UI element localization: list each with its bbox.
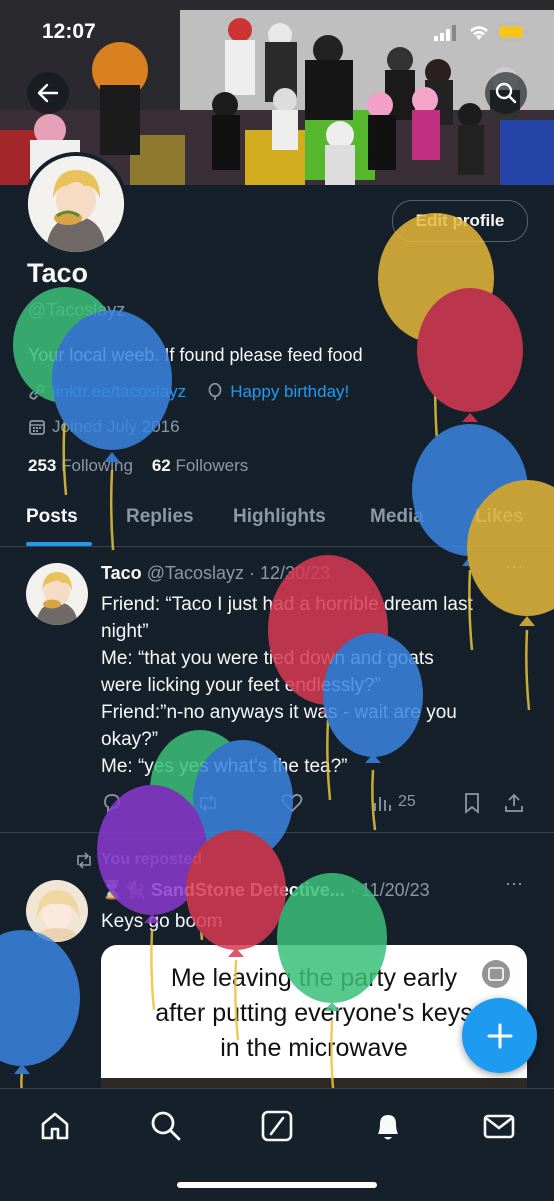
followers-link[interactable]: 62 Followers	[152, 456, 248, 475]
reply-icon[interactable]	[101, 792, 123, 814]
post-line: Me: “that you were tied down and goats	[101, 648, 434, 669]
balloon	[0, 930, 80, 1111]
tab-media[interactable]: Media	[370, 506, 424, 528]
home-indicator	[177, 1182, 377, 1188]
status-bar: 12:07	[0, 0, 554, 60]
avatar-image	[26, 880, 88, 942]
search-button[interactable]	[485, 72, 527, 114]
profile-joined-row: Joined July 2016	[28, 417, 180, 437]
link-icon	[29, 384, 45, 400]
tab-highlights[interactable]: Highlights	[233, 506, 326, 528]
signal-icon	[434, 25, 456, 41]
edit-profile-button[interactable]: Edit profile	[392, 200, 528, 242]
following-count: 253	[28, 456, 57, 475]
post-avatar[interactable]	[26, 563, 88, 625]
post-line: Friend: “Taco I just had a horrible drea…	[101, 594, 473, 615]
post-author-name[interactable]: ⌛🐈‍⬛ SandStone Detective...	[101, 880, 345, 900]
grok-icon[interactable]	[260, 1109, 294, 1143]
battery-icon	[496, 23, 529, 41]
search-icon[interactable]	[149, 1109, 183, 1143]
search-icon	[495, 82, 517, 104]
calendar-icon	[29, 420, 45, 435]
notifications-icon[interactable]	[371, 1109, 405, 1143]
follow-stats: 253 Following 62 Followers	[28, 456, 248, 476]
post-date: · 11/20/23	[349, 880, 430, 900]
wifi-icon	[470, 26, 488, 40]
tab-replies[interactable]: Replies	[126, 506, 194, 528]
post-text: Friend: “Taco I just had a horrible drea…	[101, 591, 531, 780]
profile-link[interactable]: linktr.ee/tacoslayz	[52, 382, 186, 402]
home-icon[interactable]	[38, 1109, 72, 1143]
post-date: · 12/30/23	[249, 563, 331, 583]
compose-button[interactable]	[462, 998, 537, 1073]
post-line: Me: “yes yes what's the tea?”	[101, 756, 348, 777]
post-author-name[interactable]: Taco	[101, 563, 142, 583]
post-line: okay?”	[101, 729, 159, 750]
tab-likes[interactable]: Likes	[475, 506, 524, 528]
back-button[interactable]	[27, 72, 69, 114]
balloon-icon	[208, 383, 222, 400]
post-more-button[interactable]: ⋯	[505, 557, 523, 578]
post-line: were licking your feet endlessly?”	[101, 675, 381, 696]
post-header: ⌛🐈‍⬛ SandStone Detective... · 11/20/23	[101, 880, 430, 901]
following-link[interactable]: 253 Following	[28, 456, 133, 475]
profile-name: Taco	[27, 258, 89, 288]
share-icon[interactable]	[503, 792, 525, 814]
avatar-image	[26, 563, 88, 625]
views-icon[interactable]	[373, 794, 391, 812]
post-avatar[interactable]	[26, 880, 88, 942]
avatar-image	[28, 156, 124, 252]
tab-posts[interactable]: Posts	[26, 506, 78, 528]
followers-count: 62	[151, 456, 171, 475]
like-icon[interactable]	[281, 793, 303, 813]
post-line: Friend:”n-no anyways it was - wait are y…	[101, 702, 457, 723]
post-author-handle: @Tacoslayz	[146, 563, 245, 583]
profile-tabs: Posts Replies Highlights Media Likes	[0, 496, 554, 547]
profile-bio: Your local weeb. If found please feed fo…	[28, 345, 363, 365]
profile-handle: @Tacoslayz	[28, 300, 126, 320]
messages-icon[interactable]	[482, 1109, 516, 1143]
post-more-button[interactable]: ⋯	[505, 874, 523, 895]
post-divider	[0, 832, 554, 833]
repost-label: You reposted	[101, 851, 203, 868]
status-time: 12:07	[42, 20, 96, 43]
post-line: night”	[101, 621, 149, 642]
profile-joined: Joined July 2016	[52, 417, 180, 436]
repost-indicator-icon	[77, 852, 91, 869]
views-count: 25	[398, 793, 416, 810]
bookmark-icon[interactable]	[463, 792, 481, 814]
plus-icon	[487, 1023, 512, 1048]
post-media-card[interactable]: Me leaving the party early after putting…	[101, 945, 527, 1095]
profile-avatar[interactable]	[24, 152, 128, 256]
repost-icon[interactable]	[196, 792, 220, 814]
media-badge-icon	[482, 960, 510, 988]
post-header: Taco @Tacoslayz · 12/30/23	[101, 563, 330, 584]
balloon	[417, 288, 523, 501]
profile-birthday[interactable]: Happy birthday!	[230, 382, 349, 402]
meme-caption: Me leaving the party early after putting…	[155, 964, 473, 1062]
balloon	[378, 213, 494, 441]
profile-meta-row: linktr.ee/tacoslayz Happy birthday!	[28, 382, 349, 402]
post-actions: 25	[101, 790, 526, 816]
back-arrow-icon	[37, 83, 59, 103]
post-text: Keys go boom	[101, 911, 223, 932]
active-tab-indicator	[26, 542, 92, 546]
